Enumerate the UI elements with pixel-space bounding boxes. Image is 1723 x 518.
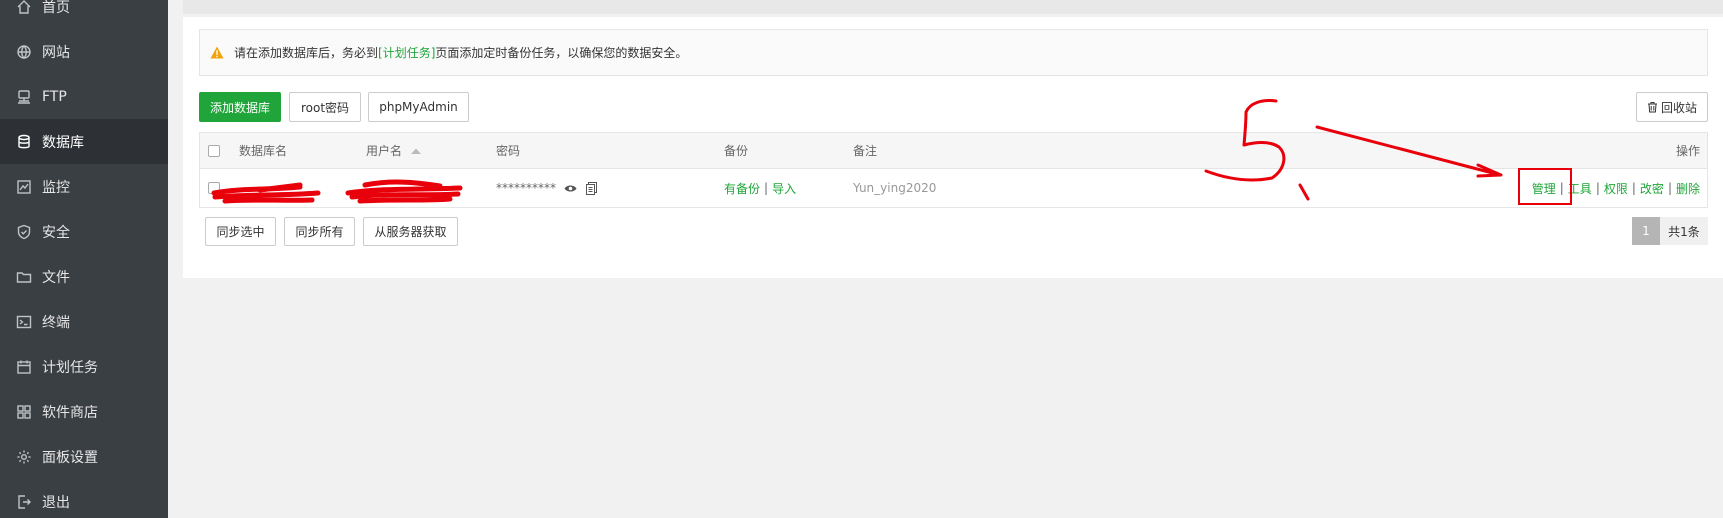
redaction-scribble <box>211 179 463 204</box>
handwritten-five-annotation <box>1204 99 1503 201</box>
manage-highlight-box <box>1518 168 1572 205</box>
redaction-overlay <box>211 99 1572 205</box>
